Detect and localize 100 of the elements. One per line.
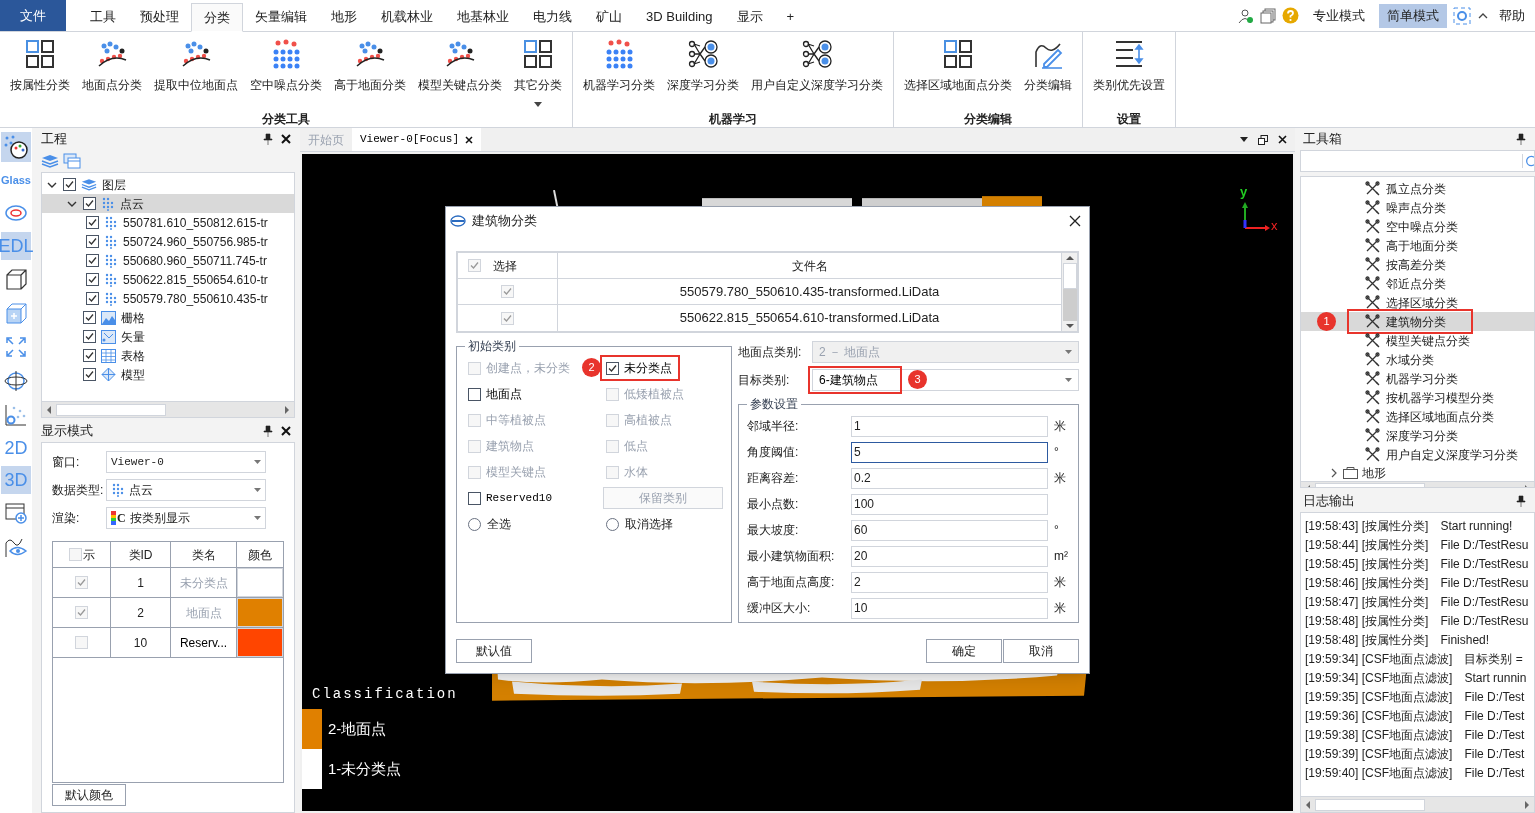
scrollbar[interactable] <box>1061 253 1077 331</box>
tree-item[interactable]: 按机器学习模型分类 <box>1301 388 1534 407</box>
tree-item[interactable]: 550579.780_550610.435-tr <box>42 289 294 308</box>
menu-tab[interactable]: 显示 <box>724 3 775 31</box>
tree-item[interactable]: 模型 <box>42 365 294 384</box>
input-field[interactable]: 2 <box>851 571 1048 593</box>
color-swatch[interactable] <box>237 568 283 597</box>
checkbox-option[interactable]: 地面点 <box>465 383 525 405</box>
settings-icon[interactable] <box>1453 6 1471 25</box>
radio-button[interactable] <box>468 517 481 531</box>
menu-tab[interactable]: 矿山 <box>584 3 634 31</box>
dialog-button[interactable]: 确定 <box>926 639 1002 663</box>
mode-button[interactable]: 专业模式 <box>1305 3 1373 28</box>
ribbon-button[interactable]: 用户自定义深度学习分类 <box>745 38 889 110</box>
tree-item[interactable]: 邻近点分类 <box>1301 274 1534 293</box>
search-icon[interactable] <box>1522 154 1534 168</box>
menu-tab[interactable]: 电力线 <box>521 3 584 31</box>
tree-item[interactable]: 机器学习分类 <box>1301 369 1534 388</box>
close-icon[interactable] <box>281 426 291 436</box>
scrollbar[interactable] <box>1301 796 1534 812</box>
menu-tab[interactable]: 3D Building <box>634 3 725 31</box>
help-link[interactable]: 帮助 <box>1495 5 1529 26</box>
ribbon-button[interactable]: 深度学习分类 <box>661 38 745 110</box>
tree-item[interactable]: 深度学习分类 <box>1301 426 1534 445</box>
pin-icon[interactable] <box>1516 495 1526 507</box>
ribbon-button[interactable]: 其它分类 <box>508 38 568 110</box>
tree-item[interactable]: 按高差分类 <box>1301 255 1534 274</box>
ribbon-button[interactable]: 按属性分类 <box>4 38 76 110</box>
checkbox[interactable] <box>86 216 99 229</box>
input-field[interactable]: 20 <box>851 545 1048 567</box>
search-field[interactable] <box>1300 150 1535 172</box>
dialog-button[interactable]: 取消 <box>1003 639 1079 663</box>
ribbon-button[interactable]: 模型关键点分类 <box>412 38 508 110</box>
close-icon[interactable] <box>281 134 291 144</box>
checkbox[interactable] <box>83 368 96 381</box>
input-field[interactable]: 10 <box>851 597 1048 619</box>
ribbon-button[interactable]: 空中噪点分类 <box>244 38 328 110</box>
checkbox[interactable] <box>86 254 99 267</box>
ribbon-button[interactable]: 提取中位地面点 <box>148 38 244 110</box>
checkbox[interactable] <box>83 197 96 210</box>
viewer-tab[interactable]: Viewer-0[Focus] <box>352 128 482 151</box>
checkbox[interactable] <box>606 361 619 375</box>
menu-tab[interactable]: 工具 <box>78 3 128 31</box>
ribbon-button[interactable]: 选择区域地面点分类 <box>898 38 1018 110</box>
checkbox[interactable] <box>83 349 96 362</box>
tree-item[interactable]: 模型关键点分类 <box>1301 331 1534 350</box>
tree-item[interactable]: 选择区域分类 <box>1301 293 1534 312</box>
file-menu-button[interactable]: 文件 <box>0 0 66 31</box>
tree-item[interactable]: 噪声点分类 <box>1301 198 1534 217</box>
tree-item[interactable]: 地形 <box>1301 464 1534 481</box>
input-field[interactable]: 0.2 <box>851 467 1048 489</box>
radio-button[interactable] <box>606 517 619 531</box>
mode-button[interactable]: 简单模式 <box>1379 3 1447 28</box>
tree-item[interactable]: 表格 <box>42 346 294 365</box>
default-color-button[interactable]: 默认颜色 <box>52 784 126 806</box>
restore-icon[interactable] <box>1258 134 1268 145</box>
close-icon[interactable] <box>1069 215 1081 227</box>
close-icon[interactable] <box>465 135 474 144</box>
tree-item[interactable]: 550724.960_550756.985-tr <box>42 232 294 251</box>
checkbox[interactable] <box>86 273 99 286</box>
layers-icon[interactable] <box>41 154 59 168</box>
pin-icon[interactable] <box>1516 133 1526 145</box>
tree-item[interactable]: 点云 <box>42 194 294 213</box>
checkbox[interactable] <box>86 235 99 248</box>
menu-tab[interactable]: 预处理 <box>128 3 191 31</box>
menu-tab[interactable]: 地基林业 <box>445 3 521 31</box>
scrollbar[interactable] <box>42 401 294 417</box>
menu-tab[interactable]: 矢量编辑 <box>243 3 319 31</box>
ribbon-button[interactable]: 分类编辑 <box>1018 38 1078 110</box>
checkbox[interactable] <box>83 311 96 324</box>
tree-item[interactable]: 栅格 <box>42 308 294 327</box>
dropdown-field[interactable]: 点云 <box>106 479 266 501</box>
menu-tab[interactable]: 分类 <box>191 3 243 32</box>
tree-item[interactable]: 550622.815_550654.610-tr <box>42 270 294 289</box>
input-field[interactable]: 100 <box>851 493 1048 515</box>
checkbox[interactable] <box>468 491 481 505</box>
pin-icon[interactable] <box>263 133 273 145</box>
color-swatch[interactable] <box>237 598 283 627</box>
menu-tab[interactable]: + <box>774 3 807 31</box>
checkbox[interactable] <box>63 178 76 191</box>
tree-item[interactable]: 图层 <box>42 175 294 194</box>
tree-item[interactable]: 水域分类 <box>1301 350 1534 369</box>
dropdown-field[interactable]: C 按类别显示 <box>106 507 266 529</box>
tree-item[interactable]: 高于地面分类 <box>1301 236 1534 255</box>
palette-icon[interactable] <box>1 132 31 162</box>
menu-tab[interactable]: 地形 <box>319 3 369 31</box>
checkbox[interactable] <box>468 387 481 401</box>
menu-tab[interactable]: 机载林业 <box>369 3 445 31</box>
windows-icon[interactable] <box>63 153 81 169</box>
pin-icon[interactable] <box>263 425 273 437</box>
dropdown-field[interactable]: Viewer-0 <box>106 451 266 473</box>
tree-item[interactable]: 用户自定义深度学习分类 <box>1301 445 1534 464</box>
tree-item[interactable]: 矢量 <box>42 327 294 346</box>
ribbon-button[interactable]: 类别优先设置 <box>1087 38 1171 110</box>
checkbox[interactable] <box>83 330 96 343</box>
caret-icon[interactable] <box>1240 137 1248 142</box>
tree-item[interactable]: 孤立点分类 <box>1301 179 1534 198</box>
radio-option[interactable]: 全选 <box>465 513 603 535</box>
checkbox[interactable] <box>86 292 99 305</box>
input-field[interactable]: 5 <box>851 441 1048 463</box>
